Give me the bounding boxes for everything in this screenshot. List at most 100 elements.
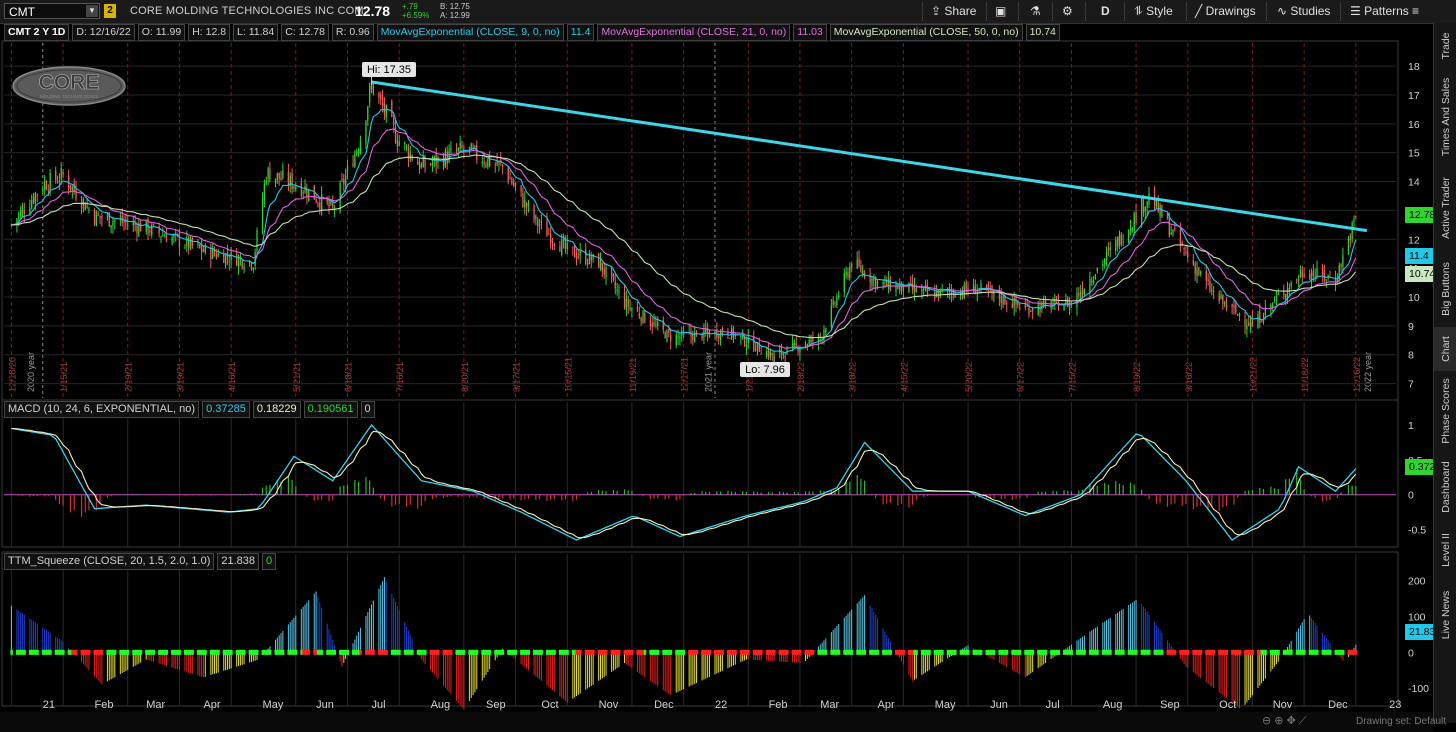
squeeze-dot — [165, 649, 169, 655]
price-bar-body — [520, 185, 522, 192]
price-bar-body — [43, 181, 46, 190]
tab-chart[interactable]: Chart — [1434, 327, 1456, 371]
squeeze-dot — [294, 649, 298, 655]
price-bar-body — [60, 168, 62, 180]
high-label: Hi: 17.35 — [367, 64, 411, 76]
price-axis-tick: 17 — [1408, 90, 1420, 102]
chart-canvas[interactable]: 12/18/20 2020 year 1/15/21 2/19/21 3/19/21 4/… — [0, 0, 1433, 712]
squeeze-dot — [669, 649, 673, 655]
price-bar-body — [112, 221, 114, 227]
draw-icon[interactable]: ⟋ — [1299, 715, 1307, 727]
squeeze-dot — [863, 649, 867, 655]
squeeze-dot — [760, 649, 763, 655]
price-bar-body — [1225, 305, 1228, 308]
squeeze-dot — [10, 649, 13, 655]
price-bar-body — [625, 298, 628, 310]
price-bar-body — [36, 194, 38, 196]
tab-dashboard[interactable]: Dashboard — [1434, 451, 1456, 523]
tab-phase-scores[interactable]: Phase Scores — [1434, 371, 1456, 451]
price-bar-body — [540, 221, 543, 223]
price-bar-body — [666, 330, 668, 341]
price-bar-body — [300, 183, 302, 196]
price-bar-body — [31, 200, 33, 208]
price-bar-body — [261, 199, 264, 233]
zoom-out-icon[interactable]: ⊖ — [1262, 715, 1271, 727]
tab-big-buttons[interactable]: Big Buttons — [1434, 251, 1456, 327]
price-bar-body — [640, 317, 642, 322]
price-bar-body — [900, 281, 903, 289]
price-bar-body — [1246, 325, 1248, 330]
price-bar-body — [795, 342, 797, 346]
tab-live-news[interactable]: Live News — [1434, 577, 1456, 653]
price-bar-body — [1212, 290, 1215, 292]
tab-active-trader-label: Active Trader — [1439, 177, 1452, 239]
tab-times-and-sales[interactable]: Times And Sales — [1434, 69, 1456, 165]
squeeze-dot — [1096, 649, 1099, 655]
squeeze-dot — [1109, 649, 1112, 655]
price-bar-body — [330, 200, 332, 205]
macd-axis-tick: 1 — [1408, 420, 1414, 432]
price-bar-body — [551, 240, 554, 243]
squeeze-dot — [656, 649, 660, 655]
vertical-date-label: 4/16/21 — [227, 362, 237, 392]
price-bar-body — [679, 336, 681, 339]
price-bar-body — [446, 151, 448, 164]
price-bar-body — [62, 171, 64, 175]
ttm-label[interactable]: TTM_Squeeze (CLOSE, 20, 1.5, 2.0, 1.0) — [4, 553, 215, 570]
squeeze-dot — [928, 649, 931, 655]
price-bar-body — [173, 235, 175, 238]
tab-times-and-sales-label: Times And Sales — [1439, 77, 1452, 157]
price-bar-body — [1019, 308, 1021, 310]
squeeze-dot — [230, 649, 233, 655]
zoom-in-icon[interactable]: ⊕ — [1274, 715, 1283, 727]
squeeze-dot — [359, 649, 362, 655]
drawing-set-label[interactable]: Drawing set: Default — [1356, 716, 1446, 727]
price-bar-body — [1057, 300, 1060, 311]
price-bar-body — [559, 246, 561, 252]
time-axis-label: Mar — [820, 699, 839, 711]
pan-icon[interactable]: ✥ — [1287, 715, 1296, 727]
price-bar-body — [252, 268, 254, 270]
time-axis-label: Dec — [1328, 699, 1348, 711]
price-bar-body — [1200, 271, 1202, 275]
squeeze-dot — [126, 649, 130, 655]
vertical-date-label: 10/15/21 — [563, 357, 573, 392]
price-bar-body — [405, 145, 408, 147]
price-bar-body — [263, 183, 266, 200]
price-bar-body — [369, 86, 371, 104]
tab-level-ii[interactable]: Level II — [1434, 523, 1456, 577]
price-bar-body — [302, 192, 304, 194]
price-bar-body — [1104, 259, 1106, 264]
price-bar-body — [1211, 289, 1213, 291]
price-bar-body — [1115, 240, 1117, 251]
tab-active-trader[interactable]: Active Trader — [1434, 165, 1456, 251]
price-bar-body — [1259, 311, 1261, 324]
price-bar-body — [304, 186, 306, 193]
vertical-date-label: 2021 year — [704, 352, 714, 392]
price-bar-body — [525, 202, 528, 208]
squeeze-dot — [372, 649, 375, 655]
price-bar-body — [380, 94, 382, 100]
price-bar-body — [241, 259, 243, 268]
ttm-axis-tick: 0 — [1408, 647, 1414, 659]
tab-chart-label: Chart — [1439, 336, 1452, 362]
squeeze-dot — [424, 649, 427, 655]
price-bar-body — [341, 179, 343, 181]
price-bar-body — [1299, 272, 1302, 277]
squeeze-dot — [398, 649, 401, 655]
squeeze-dot — [320, 649, 324, 655]
price-bar-body — [165, 235, 168, 242]
squeeze-dot — [1199, 649, 1203, 655]
macd-label[interactable]: MACD (10, 24, 6, EXPONENTIAL, no) — [4, 401, 200, 418]
tab-trade[interactable]: Trade — [1434, 23, 1456, 69]
price-bar-body — [845, 271, 847, 275]
time-axis-label: Oct — [541, 699, 558, 711]
price-bar-body — [393, 118, 395, 125]
zoom-controls[interactable]: ⊖ ⊕ ✥ ⟋ — [1262, 714, 1307, 728]
low-label: Lo: 7.96 — [745, 364, 785, 376]
price-bar-body — [1037, 305, 1039, 315]
price-bar-body — [417, 161, 419, 165]
ttm-axis-tick: -100 — [1408, 683, 1429, 695]
price-bar-body — [431, 162, 434, 166]
squeeze-dot — [786, 649, 789, 655]
